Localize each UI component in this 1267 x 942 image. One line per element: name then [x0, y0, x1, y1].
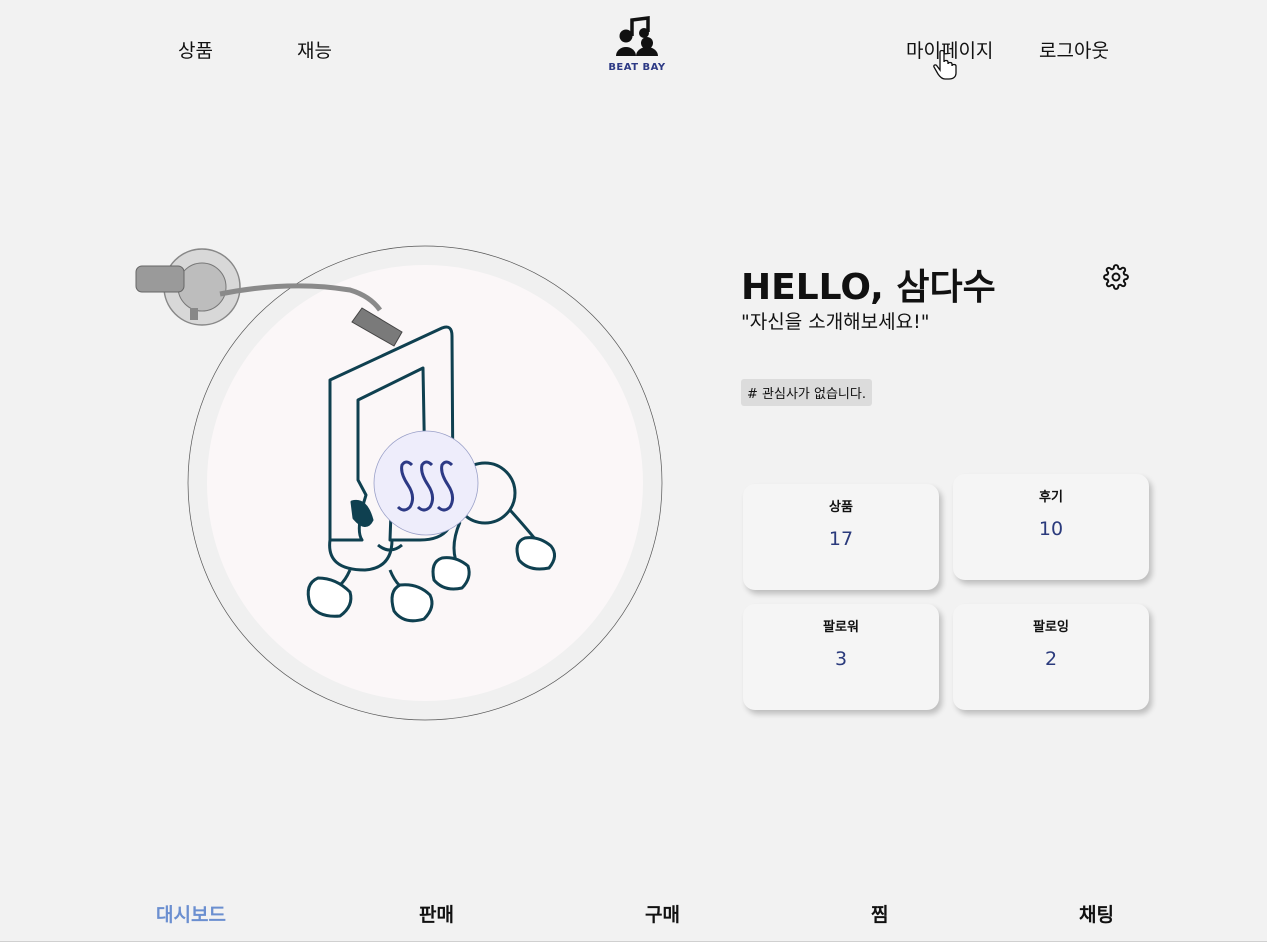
- stat-label: 상품: [829, 500, 853, 515]
- tab-sales[interactable]: 판매: [419, 900, 454, 927]
- bottom-tab-bar: 대시보드 판매 구매 찜 채팅: [0, 890, 1267, 942]
- interest-tag: # 관심사가 없습니다.: [741, 379, 872, 406]
- stat-value: 17: [828, 528, 854, 550]
- beat-bay-logo[interactable]: BEAT BAY: [606, 16, 668, 76]
- tab-chat[interactable]: 채팅: [1079, 900, 1114, 927]
- profile-intro: "자신을 소개해보세요!": [741, 311, 930, 333]
- stat-card-reviews[interactable]: 후기 10: [953, 474, 1149, 580]
- pointer-hand-cursor-icon: [933, 49, 959, 84]
- stat-card-following[interactable]: 팔로잉 2: [953, 604, 1149, 710]
- stat-value: 3: [834, 648, 848, 670]
- stat-value: 2: [1044, 648, 1058, 670]
- music-note-people-icon: [616, 16, 658, 56]
- nav-products[interactable]: 상품: [178, 36, 213, 63]
- turntable-illustration: [130, 240, 670, 730]
- tab-purchases[interactable]: 구매: [645, 900, 680, 927]
- stat-label: 팔로워: [823, 620, 859, 635]
- stat-value: 10: [1038, 518, 1064, 540]
- nav-logout[interactable]: 로그아웃: [1039, 36, 1109, 63]
- settings-gear-icon[interactable]: [1103, 264, 1129, 290]
- logo-text: BEAT BAY: [608, 62, 666, 73]
- stat-label: 후기: [1039, 490, 1063, 505]
- tab-wishlist[interactable]: 찜: [871, 900, 888, 927]
- stat-label: 팔로잉: [1033, 620, 1069, 635]
- greeting-title: HELLO, 삼다수: [741, 267, 996, 308]
- stat-card-followers[interactable]: 팔로워 3: [743, 604, 939, 710]
- stat-card-products[interactable]: 상품 17: [743, 484, 939, 590]
- tab-dashboard[interactable]: 대시보드: [156, 900, 226, 927]
- nav-talents[interactable]: 재능: [297, 36, 332, 63]
